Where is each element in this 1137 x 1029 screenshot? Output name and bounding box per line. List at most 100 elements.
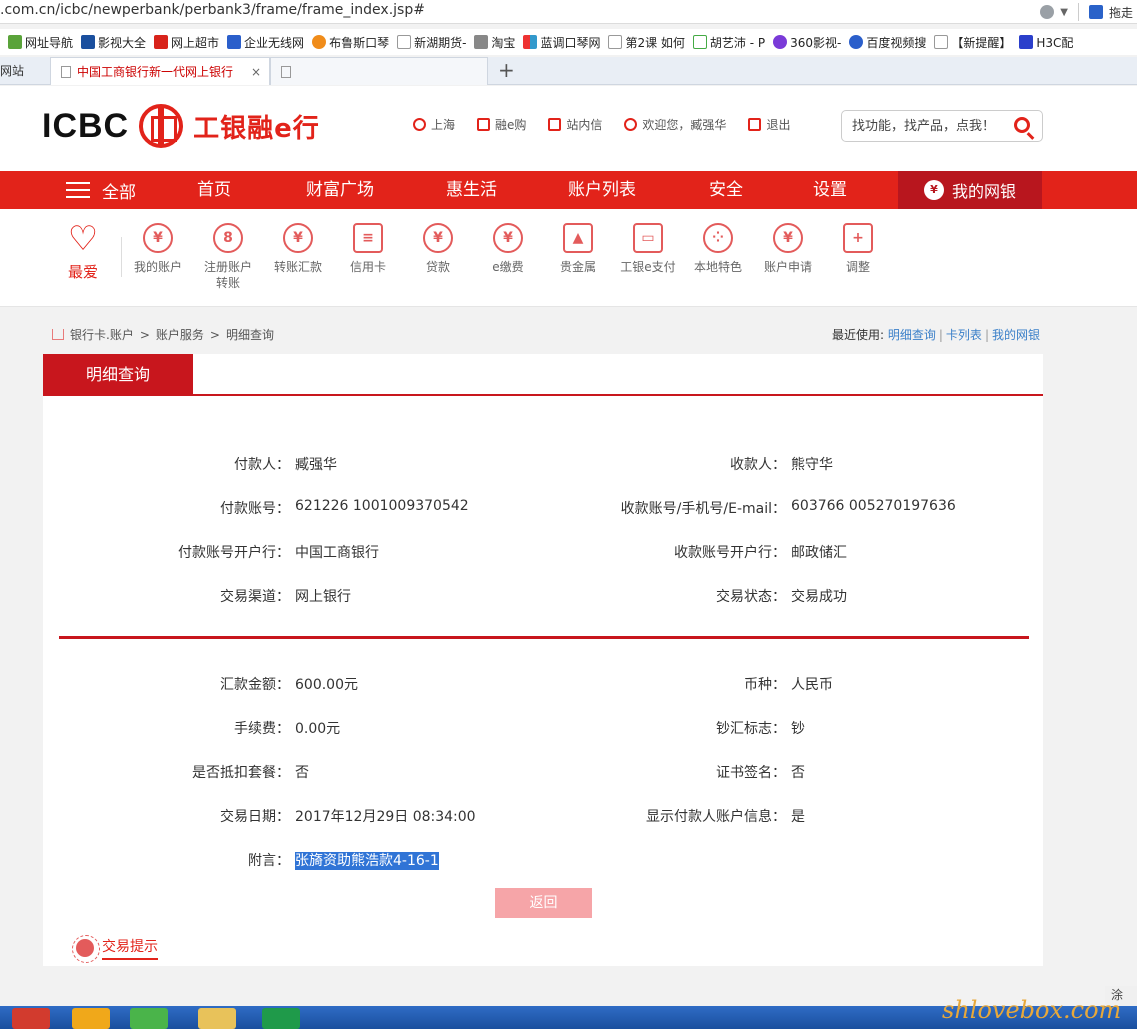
shortcut-credit-card[interactable]: ≡ 信用卡 (333, 221, 403, 275)
shortcut-my-account[interactable]: ¥ 我的账户 (123, 221, 193, 275)
new-tab-button[interactable]: + (498, 58, 515, 82)
bookmark-item[interactable]: 【新提醒】 (934, 34, 1011, 51)
payee-row: 收款人： (43, 454, 786, 474)
shortcut-remittance[interactable]: ¥ 转账汇款 (263, 221, 333, 275)
divider (121, 237, 122, 277)
taskbar-app-icon[interactable] (262, 1008, 300, 1029)
user-welcome[interactable]: 欢迎您，臧强华 (624, 116, 726, 133)
bookmark-item[interactable]: 企业无线网 (227, 34, 304, 51)
shortcut-account-apply[interactable]: ¥ 账户申请 (753, 221, 823, 275)
gold-bars-icon: ▲ (563, 223, 593, 253)
show-payer-value: 是 (791, 809, 805, 825)
all-menu-button[interactable]: 全部 (66, 171, 136, 209)
transaction-tips[interactable]: 交易提示 (72, 935, 158, 963)
menu-icon (66, 182, 90, 198)
tab-detail-query[interactable]: 明细查询 (43, 354, 193, 396)
compat-mode-icon[interactable] (1040, 5, 1055, 19)
remit-icon: ¥ (283, 223, 313, 253)
nav-life[interactable]: 惠生活 (446, 171, 497, 209)
tips-title[interactable]: 交易提示 (102, 936, 158, 960)
close-icon[interactable]: × (251, 65, 261, 79)
shortcut-icbc-epay[interactable]: ▭ 工银e支付 (613, 221, 683, 275)
shortcut-precious-metal[interactable]: ▲ 贵金属 (543, 221, 613, 275)
bookmark-item[interactable]: H3C配 (1019, 34, 1073, 51)
shortcut-loan[interactable]: ¥ 贷款 (403, 221, 473, 275)
mall-link[interactable]: 融e购 (477, 116, 526, 133)
search-icon[interactable] (1014, 117, 1030, 133)
credit-card-icon: ≡ (353, 223, 383, 253)
bookmark-icon (692, 35, 707, 49)
bookmark-icon (154, 35, 169, 49)
nav-settings[interactable]: 设置 (813, 171, 847, 209)
bookmark-icon (397, 35, 412, 49)
tab-title: 中国工商银行新一代网上银行 (77, 65, 234, 79)
icbc-seal-icon (139, 104, 184, 148)
shortcut-adjust[interactable]: + 调整 (823, 221, 893, 275)
shortcut-label: 工银e支付 (620, 260, 676, 274)
bookmark-icon (773, 35, 788, 49)
section-divider (59, 636, 1029, 639)
url-text[interactable]: .com.cn/icbc/newperbank/perbank3/frame/f… (0, 2, 425, 18)
icbc-logo[interactable]: ICBC 工银融e行 (42, 104, 320, 148)
bookmark-item[interactable]: 布鲁斯口琴 (312, 34, 389, 51)
logout-link[interactable]: 退出 (748, 116, 790, 133)
recent-link-detail[interactable]: 明细查询 (888, 328, 936, 342)
brand-text: ICBC (42, 106, 130, 145)
search-engine-icon[interactable] (1088, 5, 1103, 19)
taskbar-app-icon[interactable] (12, 1008, 50, 1029)
tab-previous[interactable]: 网站 (0, 62, 24, 79)
back-button[interactable]: 返回 (495, 888, 592, 918)
home-icon[interactable] (52, 329, 64, 340)
shortcut-local[interactable]: ⁘ 本地特色 (683, 221, 753, 275)
breadcrumb-item[interactable]: 账户服务 (156, 326, 204, 343)
nav-home[interactable]: 首页 (197, 171, 231, 209)
payee-bank-row: 收款账号开户行： (43, 542, 786, 562)
shortcut-bar: ♡ 最爱 ¥ 我的账户 8 注册账户 转账 ¥ 转账汇款 ≡ 信用卡 ¥ 贷款 ¥ e缴费 … (0, 209, 1137, 307)
tab-blank[interactable] (270, 57, 488, 85)
bookmark-item[interactable]: 胡艺沛 - P (692, 34, 765, 51)
folder-icon[interactable] (198, 1008, 236, 1029)
bookmark-item[interactable]: 影视大全 (81, 34, 146, 51)
recent-link-cards[interactable]: 卡列表 (946, 328, 982, 342)
browser-tabs: 网站 中国工商银行新一代网上银行 × + (0, 57, 1137, 85)
my-bank-button[interactable]: ¥ 我的网银 (898, 171, 1042, 209)
nav-accounts[interactable]: 账户列表 (568, 171, 636, 209)
wechat-icon[interactable] (130, 1008, 168, 1029)
taskbar-app-icon[interactable] (72, 1008, 110, 1029)
shortcut-label: 信用卡 (349, 260, 386, 274)
bookmark-icon (474, 35, 489, 49)
search-hint[interactable]: 拖走 (1109, 4, 1133, 21)
bookmark-icon (81, 35, 96, 49)
watermark: shlovebox.com (942, 996, 1122, 1024)
shortcut-register-transfer[interactable]: 8 注册账户 转账 (193, 221, 263, 291)
search-input[interactable] (842, 111, 1002, 141)
note-value[interactable]: 张旖资助熊浩款4-16-1 (295, 850, 439, 870)
bookmark-item[interactable]: 蓝调口琴网 (523, 34, 600, 51)
bookmark-item[interactable]: 第2课 如何 (608, 34, 685, 51)
nav-security[interactable]: 安全 (709, 171, 743, 209)
bookmark-item[interactable]: 网上超市 (154, 34, 219, 51)
note-text-selected[interactable]: 张旖资助熊浩款4-16-1 (295, 852, 439, 870)
bookmark-item[interactable]: 百度视频搜 (849, 34, 926, 51)
bookmark-item[interactable]: 新湖期货- (397, 34, 466, 51)
bookmark-item[interactable]: 360影视- (773, 34, 841, 51)
location-link[interactable]: 上海 (413, 116, 455, 133)
tab-active[interactable]: 中国工商银行新一代网上银行 × (50, 57, 270, 85)
location-pin-icon (413, 118, 426, 131)
main-nav: 全部 首页 财富广场 惠生活 账户列表 安全 设置 ¥ 我的网银 (0, 171, 1137, 209)
bookmark-item[interactable]: 网址导航 (8, 34, 73, 51)
browser-address-bar[interactable]: .com.cn/icbc/newperbank/perbank3/frame/f… (0, 0, 1137, 24)
money-bag-icon: ¥ (923, 180, 944, 200)
breadcrumb-item[interactable]: 银行卡.账户 (70, 326, 134, 343)
recent-link-mybank[interactable]: 我的网银 (992, 328, 1040, 342)
shortcut-e-payment[interactable]: ¥ e缴费 (473, 221, 543, 275)
messages-link[interactable]: 站内信 (548, 116, 602, 133)
yuan-icon: ¥ (143, 223, 173, 253)
bookmark-item[interactable]: 淘宝 (474, 34, 515, 51)
field-label: 交易状态： (716, 589, 786, 605)
favorites[interactable]: ♡ 最爱 (58, 221, 108, 282)
bookmark-icon (227, 35, 242, 49)
status-row: 交易状态： (43, 586, 786, 606)
nav-wealth[interactable]: 财富广场 (306, 171, 374, 209)
chevron-down-icon[interactable]: ▼ (1060, 7, 1068, 18)
